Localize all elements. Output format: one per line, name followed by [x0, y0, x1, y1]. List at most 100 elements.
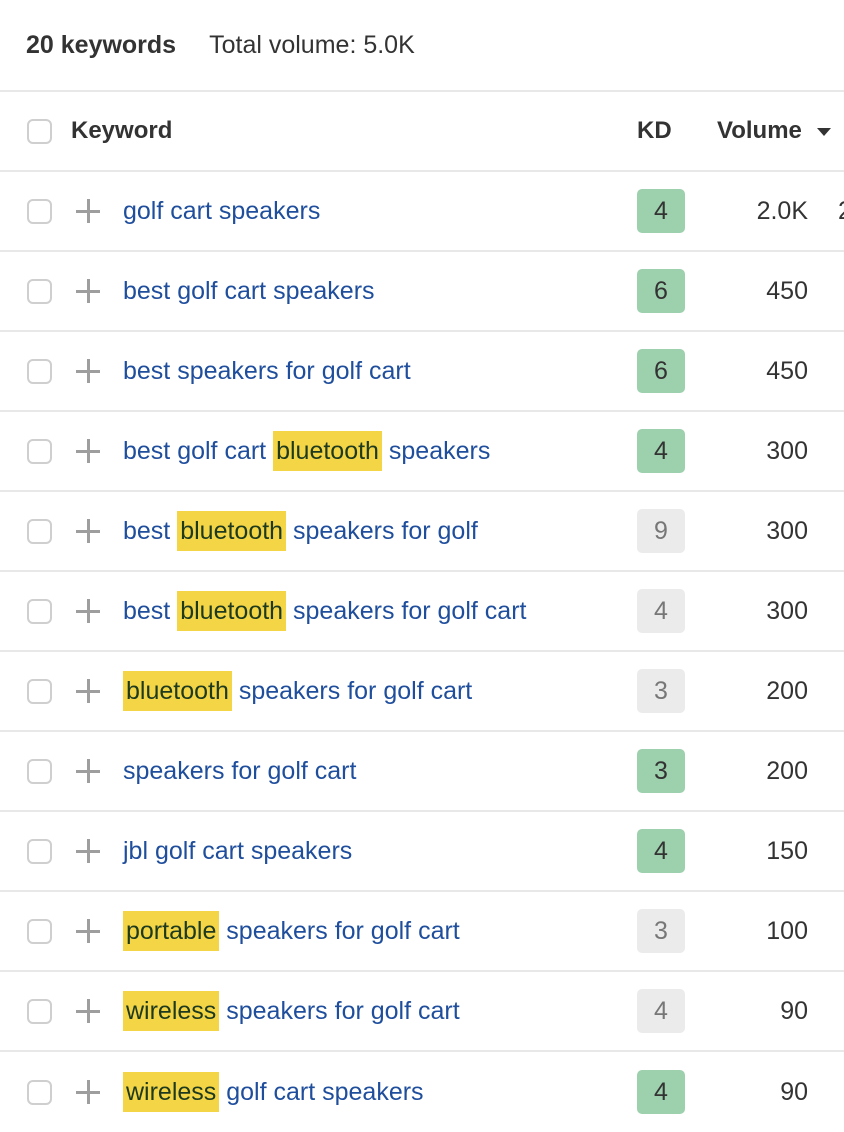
table-row: best bluetooth speakers for golf 9 300: [0, 492, 844, 572]
keyword-link[interactable]: portable speakers for golf cart: [123, 910, 460, 951]
plus-icon[interactable]: [76, 999, 100, 1023]
table-row: wireless speakers for golf cart 4 90: [0, 972, 844, 1052]
plus-icon[interactable]: [76, 1080, 100, 1104]
row-checkbox[interactable]: [27, 518, 52, 544]
kd-badge: 4: [637, 189, 685, 233]
kd-badge: 3: [637, 749, 685, 793]
row-checkbox[interactable]: [27, 838, 52, 864]
plus-icon[interactable]: [76, 519, 100, 543]
kd-badge: 9: [637, 509, 685, 553]
plus-icon[interactable]: [76, 439, 100, 463]
kd-badge: 3: [637, 669, 685, 713]
results-summary: 20 keywords Total volume: 5.0K: [0, 0, 844, 92]
row-checkbox[interactable]: [27, 1079, 52, 1105]
volume-value: 100: [766, 916, 808, 945]
keyword-text: speakers for golf cart: [219, 996, 460, 1025]
keyword-link[interactable]: best golf cart speakers: [123, 277, 375, 306]
plus-icon[interactable]: [76, 839, 100, 863]
keyword-text: speakers: [381, 436, 491, 465]
volume-value: 300: [766, 516, 808, 545]
keyword-text: speakers for golf cart: [231, 676, 473, 705]
row-checkbox[interactable]: [27, 598, 52, 624]
keyword-link[interactable]: wireless golf cart speakers: [123, 1071, 424, 1112]
keyword-text: speakers for golf cart: [286, 596, 527, 625]
keyword-link[interactable]: best bluetooth speakers for golf cart: [123, 590, 527, 631]
keyword-link[interactable]: jbl golf cart speakers: [123, 837, 352, 866]
row-checkbox[interactable]: [27, 918, 52, 944]
keyword-text: best speakers for golf cart: [123, 356, 411, 385]
volume-value: 2.0K: [756, 196, 808, 225]
table-row: best golf cart speakers 6 450: [0, 252, 844, 332]
kd-badge: 6: [637, 269, 685, 313]
volume-value: 450: [766, 276, 808, 305]
row-checkbox[interactable]: [27, 198, 52, 224]
keyword-highlight: wireless: [123, 990, 220, 1031]
kd-badge: 6: [637, 349, 685, 393]
plus-icon[interactable]: [76, 759, 100, 783]
keyword-highlight: bluetooth: [177, 590, 287, 631]
table-row: bluetooth speakers for golf cart 3 200: [0, 652, 844, 732]
select-all-checkbox[interactable]: [27, 118, 52, 144]
table-row: best speakers for golf cart 6 450: [0, 332, 844, 412]
kd-badge: 3: [637, 909, 685, 953]
column-header-volume[interactable]: Volume: [717, 117, 802, 145]
keyword-table-body: golf cart speakers 4 2.0K 2 best golf cart s…: [0, 172, 844, 1132]
volume-value: 200: [766, 676, 808, 705]
plus-icon[interactable]: [76, 279, 100, 303]
keyword-link[interactable]: best golf cart bluetooth speakers: [123, 430, 491, 471]
kd-badge: 4: [637, 589, 685, 633]
caret-down-icon[interactable]: [817, 128, 831, 136]
keyword-highlight: bluetooth: [123, 670, 232, 711]
keyword-link[interactable]: wireless speakers for golf cart: [123, 990, 460, 1031]
row-checkbox[interactable]: [27, 438, 52, 464]
keyword-link[interactable]: golf cart speakers: [123, 197, 320, 226]
row-checkbox[interactable]: [27, 758, 52, 784]
keyword-link[interactable]: speakers for golf cart: [123, 757, 356, 786]
keyword-highlight: wireless: [123, 1071, 220, 1112]
keyword-count: 20 keywords: [26, 30, 177, 59]
row-checkbox[interactable]: [27, 278, 52, 304]
table-row: best golf cart bluetooth speakers 4 300: [0, 412, 844, 492]
table-row: speakers for golf cart 3 200: [0, 732, 844, 812]
table-row: portable speakers for golf cart 3 100: [0, 892, 844, 972]
volume-value: 90: [780, 996, 808, 1025]
table-row: best bluetooth speakers for golf cart 4 30…: [0, 572, 844, 652]
total-volume: Total volume: 5.0K: [209, 30, 415, 59]
keyword-text: best golf cart: [123, 436, 274, 465]
keyword-highlight: bluetooth: [177, 510, 287, 551]
keyword-link[interactable]: bluetooth speakers for golf cart: [123, 670, 473, 711]
kd-badge: 4: [637, 989, 685, 1033]
kd-badge: 4: [637, 429, 685, 473]
keyword-text: best: [123, 596, 178, 625]
keyword-text: golf cart speakers: [219, 1077, 424, 1106]
plus-icon[interactable]: [76, 679, 100, 703]
volume-value: 90: [780, 1077, 808, 1106]
volume-value: 300: [766, 596, 808, 625]
plus-icon[interactable]: [76, 359, 100, 383]
next-column-value-partial: 2: [838, 197, 844, 226]
row-checkbox[interactable]: [27, 358, 52, 384]
row-checkbox[interactable]: [27, 678, 52, 704]
volume-value: 450: [766, 356, 808, 385]
keyword-text: best: [123, 516, 178, 545]
column-header-kd[interactable]: KD: [637, 117, 672, 145]
plus-icon[interactable]: [76, 199, 100, 223]
keyword-link[interactable]: best speakers for golf cart: [123, 357, 411, 386]
keyword-text: speakers for golf: [286, 516, 478, 545]
plus-icon[interactable]: [76, 919, 100, 943]
plus-icon[interactable]: [76, 599, 100, 623]
table-row: wireless golf cart speakers 4 90: [0, 1052, 844, 1132]
kd-badge: 4: [637, 829, 685, 873]
table-row: jbl golf cart speakers 4 150: [0, 812, 844, 892]
row-checkbox[interactable]: [27, 998, 52, 1024]
keyword-highlight: bluetooth: [273, 430, 382, 471]
keyword-text: jbl golf cart speakers: [123, 836, 353, 865]
table-row: golf cart speakers 4 2.0K 2: [0, 172, 844, 252]
table-header: Keyword KD Volume: [0, 92, 844, 172]
keyword-link[interactable]: best bluetooth speakers for golf: [123, 510, 478, 551]
volume-value: 300: [766, 436, 808, 465]
kd-badge: 4: [637, 1070, 685, 1114]
keyword-text: best golf cart speakers: [123, 276, 375, 305]
column-header-keyword[interactable]: Keyword: [71, 117, 172, 145]
keyword-text: speakers for golf cart: [219, 916, 460, 945]
